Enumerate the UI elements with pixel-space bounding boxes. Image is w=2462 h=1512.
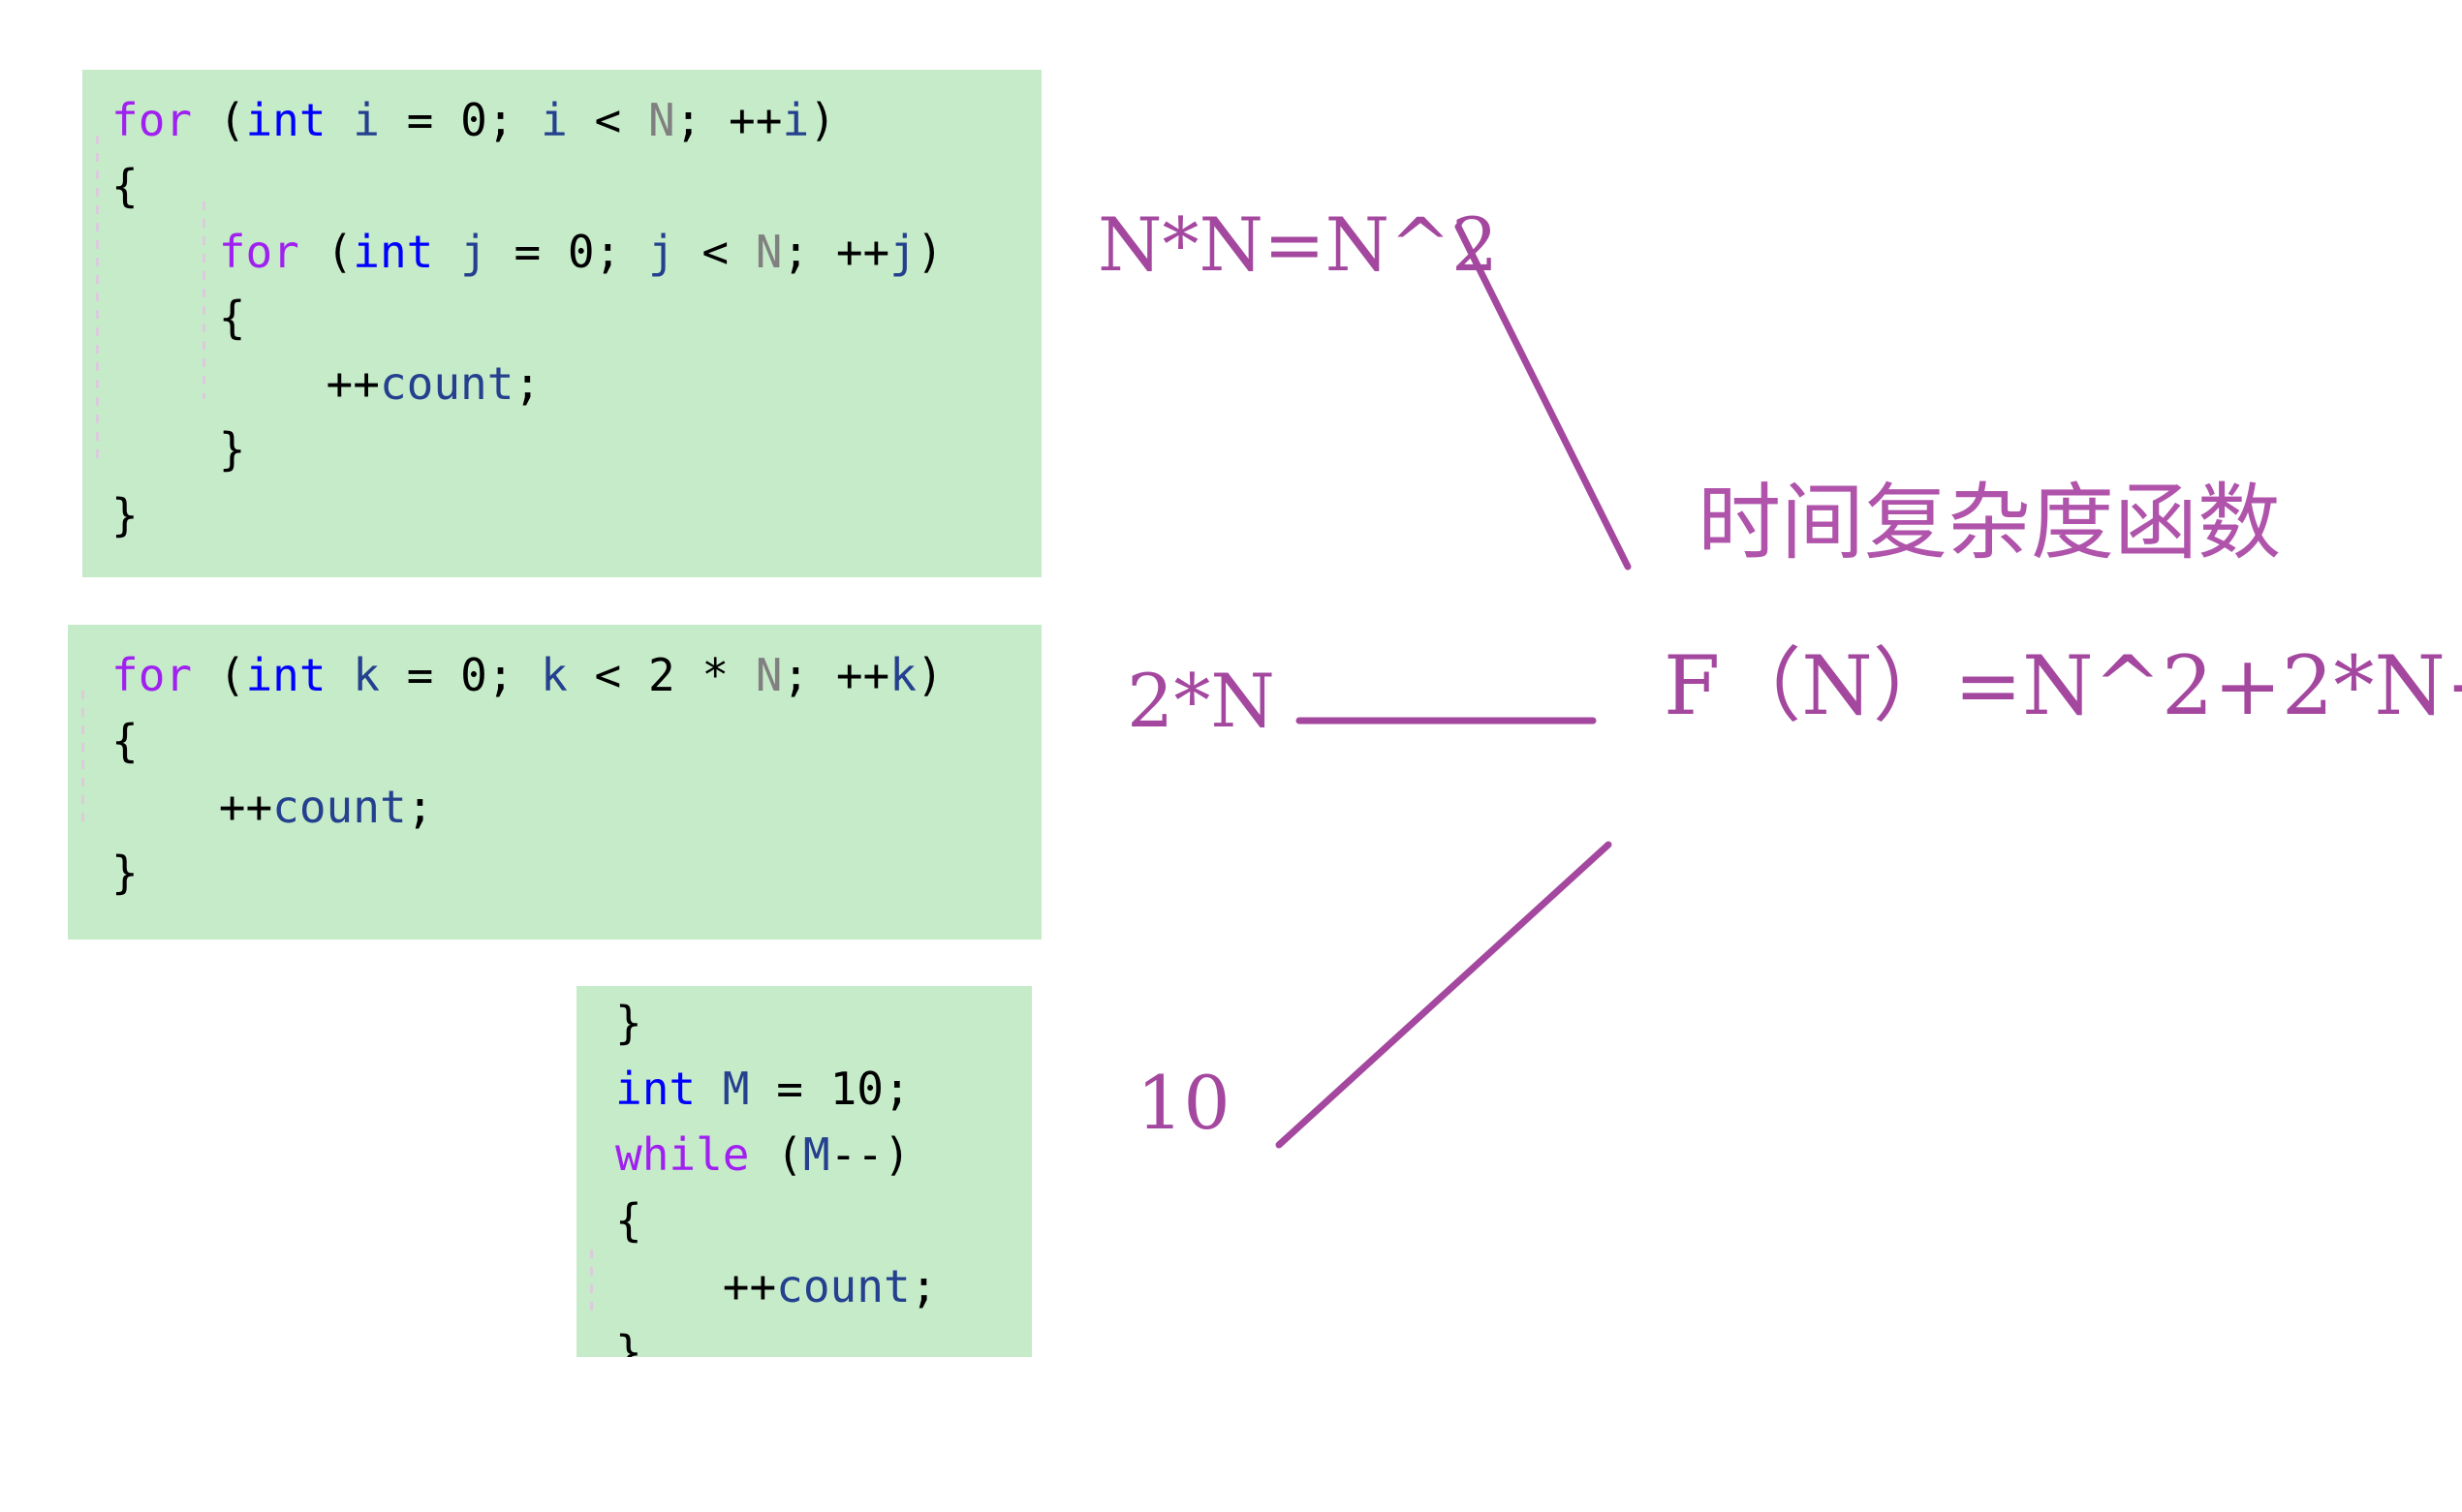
code-token: = 0; bbox=[486, 226, 648, 278]
code-token: --) bbox=[829, 1128, 911, 1181]
code-line: } bbox=[615, 1319, 1032, 1357]
code-token: i bbox=[353, 94, 380, 146]
code-token: ++ bbox=[111, 357, 380, 410]
code-token: for bbox=[111, 94, 193, 146]
code-token: ( bbox=[192, 649, 246, 701]
code-token: j bbox=[460, 226, 487, 278]
code-token: ++ bbox=[615, 1260, 777, 1312]
code-token: ; bbox=[910, 1260, 938, 1312]
annotation-two-n: 2*N bbox=[1127, 658, 1275, 744]
code-token: < 2 * bbox=[567, 649, 756, 701]
code-token: ) bbox=[809, 94, 836, 146]
code-block-nested-for-loops: for (int i = 0; i < N; ++i){ for (int j … bbox=[82, 70, 1042, 577]
code-token: k bbox=[541, 649, 568, 701]
code-line: } bbox=[111, 482, 1042, 548]
code-line: ++count; bbox=[615, 1253, 1032, 1319]
code-token: < bbox=[674, 226, 756, 278]
code-line: while (M--) bbox=[615, 1122, 1032, 1188]
slide-canvas: for (int i = 0; i < N; ++i){ for (int j … bbox=[0, 0, 2462, 1512]
annotation-ten: 10 bbox=[1137, 1060, 1231, 1146]
code-token: count bbox=[272, 781, 407, 833]
code-line: for (int k = 0; k < 2 * N; ++k) bbox=[111, 642, 1042, 708]
code-token: ; ++ bbox=[782, 649, 890, 701]
code-token: { bbox=[111, 160, 139, 212]
code-token: k bbox=[889, 649, 917, 701]
code-token: ( bbox=[749, 1128, 803, 1181]
code-line: } bbox=[111, 840, 1042, 906]
code-token: while bbox=[615, 1128, 750, 1181]
code-line: for (int i = 0; i < N; ++i) bbox=[111, 87, 1042, 153]
code-token: k bbox=[353, 649, 380, 701]
code-token: M bbox=[722, 1063, 750, 1115]
code-line: } bbox=[615, 990, 1032, 1056]
code-token: N bbox=[755, 649, 783, 701]
code-token: = 0; bbox=[379, 94, 542, 146]
code-token: M bbox=[802, 1128, 830, 1181]
code-token: } bbox=[111, 423, 246, 476]
code-line: ++count; bbox=[111, 774, 1042, 840]
code-token: < bbox=[567, 94, 648, 146]
code-token: N bbox=[755, 226, 783, 278]
code-line: ++count; bbox=[111, 351, 1042, 417]
code-token: int bbox=[245, 94, 327, 146]
code-token: { bbox=[615, 1194, 642, 1247]
code-token: } bbox=[111, 847, 139, 899]
annotation-time-complexity-title: 时间复杂度函数 bbox=[1698, 475, 2281, 571]
code-token: for bbox=[111, 649, 193, 701]
code-token: ) bbox=[916, 649, 944, 701]
code-token: ++ bbox=[111, 781, 273, 833]
code-token: ; ++ bbox=[674, 94, 783, 146]
code-token: ; ++ bbox=[782, 226, 890, 278]
code-token: count bbox=[379, 357, 514, 410]
code-token: } bbox=[615, 1326, 642, 1357]
code-token: = 10; bbox=[749, 1063, 911, 1115]
code-token: { bbox=[111, 292, 246, 344]
code-token: count bbox=[776, 1260, 911, 1312]
annotation-complexity-formula: F（N）=N^2+2*N+10 bbox=[1664, 638, 2462, 733]
code-token: ( bbox=[298, 226, 354, 278]
code-line: { bbox=[111, 285, 1042, 351]
ten-connector bbox=[1275, 841, 1612, 1149]
code-token: ) bbox=[916, 226, 944, 278]
code-line: { bbox=[111, 708, 1042, 774]
code-token: N bbox=[647, 94, 675, 146]
code-token: ( bbox=[192, 94, 246, 146]
code-token: j bbox=[889, 226, 917, 278]
code-token: i bbox=[541, 94, 568, 146]
annotation-n-squared: N*N=N^2 bbox=[1098, 201, 1499, 288]
indent-guide bbox=[590, 1250, 593, 1315]
code-token: } bbox=[615, 997, 642, 1049]
indent-guide bbox=[81, 691, 84, 822]
code-token: ; bbox=[406, 781, 434, 833]
code-line: int M = 10; bbox=[615, 1056, 1032, 1122]
code-token: int bbox=[353, 226, 434, 278]
code-line: for (int j = 0; j < N; ++j) bbox=[111, 219, 1042, 285]
code-token: i bbox=[782, 94, 810, 146]
indent-guide bbox=[96, 136, 99, 465]
code-token: j bbox=[647, 226, 675, 278]
code-token: { bbox=[111, 715, 139, 767]
code-token: = 0; bbox=[379, 649, 542, 701]
code-token: for bbox=[218, 226, 299, 278]
code-token: int bbox=[245, 649, 327, 701]
code-block-single-for-loop: for (int k = 0; k < 2 * N; ++k){ ++count… bbox=[68, 625, 1042, 940]
code-block-while-loop: } int M = 10; while (M--){ ++count;} bbox=[577, 986, 1032, 1357]
code-line: { bbox=[615, 1188, 1032, 1253]
code-line: { bbox=[111, 153, 1042, 219]
code-line: } bbox=[111, 417, 1042, 482]
code-token: int bbox=[615, 1063, 697, 1115]
code-token: } bbox=[111, 489, 139, 541]
code-token: ; bbox=[514, 357, 542, 410]
